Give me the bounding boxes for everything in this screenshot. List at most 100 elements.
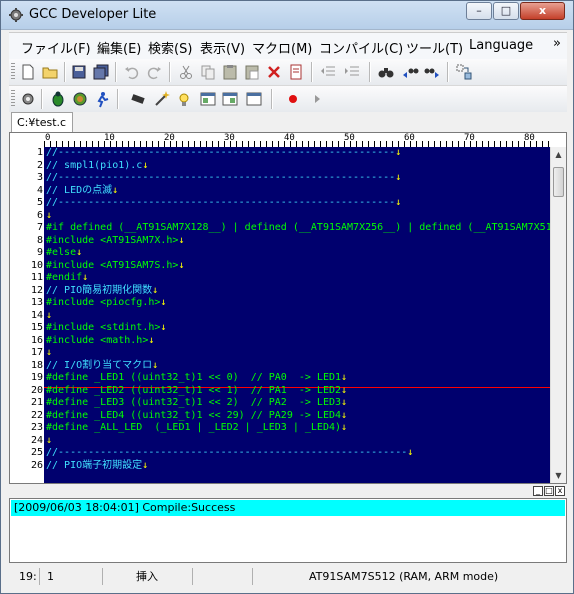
title-bar[interactable]: GCC Developer Lite – □ x bbox=[1, 1, 573, 30]
redo-icon[interactable] bbox=[145, 63, 163, 81]
find-prev-icon[interactable] bbox=[401, 63, 419, 81]
code-line[interactable]: #include <stdint.h>↓ bbox=[46, 322, 166, 334]
window-a-icon[interactable] bbox=[199, 90, 217, 108]
save-icon[interactable] bbox=[70, 63, 88, 81]
line-number: 23 bbox=[30, 422, 43, 433]
clipboard-icon[interactable] bbox=[287, 63, 305, 81]
window-c-icon[interactable] bbox=[245, 90, 263, 108]
toolbar-grip[interactable] bbox=[11, 63, 15, 81]
menu-search[interactable]: 検索(S) bbox=[148, 38, 192, 57]
code-line[interactable]: // I/O割り当てマクロ↓ bbox=[46, 360, 158, 372]
code-line[interactable]: ↓ bbox=[46, 310, 52, 322]
find-icon[interactable] bbox=[377, 63, 395, 81]
vertical-scrollbar[interactable]: ▲ ▼ bbox=[550, 147, 566, 483]
replace-icon[interactable] bbox=[455, 63, 473, 81]
code-line[interactable]: // smpl1(pio1).c↓ bbox=[46, 160, 148, 172]
line-end-marker: ↓ bbox=[152, 284, 159, 296]
menu-edit[interactable]: 編集(E) bbox=[97, 38, 141, 57]
menu-view[interactable]: 表示(V) bbox=[200, 38, 245, 57]
code-line[interactable]: ↓ bbox=[46, 347, 52, 359]
line-end-marker: ↓ bbox=[341, 372, 348, 383]
code-line[interactable]: #if defined (__AT91SAM7X128__) | defined… bbox=[46, 222, 552, 234]
tab-test-c[interactable]: C:¥test.c bbox=[11, 112, 73, 132]
delete-icon[interactable] bbox=[265, 63, 283, 81]
code-line-text: #define _LED1 ((uint32_t)1 << 0) // PA0 … bbox=[46, 372, 342, 383]
scroll-down-arrow-icon[interactable]: ▼ bbox=[551, 468, 566, 483]
code-line[interactable]: #else↓ bbox=[46, 247, 82, 259]
paste-special-icon[interactable] bbox=[243, 63, 261, 81]
code-line[interactable]: #include <AT91SAM7S.h>↓ bbox=[46, 260, 184, 272]
toolbar-grip[interactable] bbox=[11, 90, 15, 108]
light-icon[interactable] bbox=[175, 90, 193, 108]
code-line[interactable]: #include <AT91SAM7X.h>↓ bbox=[46, 235, 184, 247]
code-line-text: // I/O割り当てマクロ bbox=[46, 359, 153, 371]
line-number: 7 bbox=[36, 222, 43, 233]
ruler-label: 50 bbox=[344, 133, 355, 143]
code-line[interactable]: #define _ALL_LED (_LED1 | _LED2 | _LED3 … bbox=[46, 422, 347, 434]
menu-tools[interactable]: ツール(T) bbox=[406, 38, 463, 57]
copy-icon[interactable] bbox=[199, 63, 217, 81]
menu-compile[interactable]: コンパイル(C) bbox=[319, 38, 403, 57]
ruler-label: 20 bbox=[164, 133, 175, 143]
find-next-icon[interactable] bbox=[423, 63, 441, 81]
code-line[interactable]: //--------------------------------------… bbox=[46, 447, 413, 459]
menu-overflow-chevron-icon[interactable]: » bbox=[553, 36, 561, 51]
bug-icon[interactable] bbox=[49, 90, 67, 108]
code-line-text: // smpl1(pio1).c bbox=[46, 159, 143, 171]
column-ruler: 0 10 20 30 40 50 60 70 80 bbox=[44, 133, 552, 148]
save-all-icon[interactable] bbox=[92, 63, 110, 81]
paste-icon[interactable] bbox=[221, 63, 239, 81]
code-line-text: #include <piocfg.h> bbox=[46, 297, 161, 308]
code-line[interactable]: #include <piocfg.h>↓ bbox=[46, 297, 166, 309]
undo-icon[interactable] bbox=[123, 63, 141, 81]
line-end-marker: ↓ bbox=[46, 209, 53, 221]
code-line[interactable]: // LEDの点滅↓ bbox=[46, 185, 118, 197]
output-maximize-button[interactable]: □ bbox=[544, 486, 554, 496]
play-icon[interactable] bbox=[308, 90, 326, 108]
chip-icon[interactable] bbox=[129, 90, 147, 108]
indent-icon[interactable] bbox=[343, 63, 361, 81]
code-line[interactable]: //--------------------------------------… bbox=[46, 197, 401, 209]
code-line[interactable]: ↓ bbox=[46, 210, 52, 222]
code-line[interactable]: #endif↓ bbox=[46, 272, 88, 284]
wizard-icon[interactable] bbox=[153, 90, 171, 108]
line-number: 18 bbox=[30, 359, 43, 371]
code-line[interactable]: #define _LED3 ((uint32_t)1 << 2) // PA2 … bbox=[46, 397, 347, 409]
new-file-icon[interactable] bbox=[19, 63, 37, 81]
code-text-area[interactable]: //--------------------------------------… bbox=[44, 147, 552, 483]
code-editor[interactable]: 0 10 20 30 40 50 60 70 80 1 2 3 4 5 6 7 8 9 10 11 1… bbox=[9, 132, 567, 484]
output-message[interactable]: [2009/06/03 18:04:01] Compile:Success bbox=[11, 500, 565, 516]
settings-gear-icon[interactable] bbox=[19, 90, 37, 108]
output-panel[interactable]: [2009/06/03 18:04:01] Compile:Success bbox=[9, 498, 567, 563]
menu-file[interactable]: ファイル(F) bbox=[21, 38, 91, 57]
compile-icon[interactable] bbox=[71, 90, 89, 108]
outdent-icon[interactable] bbox=[319, 63, 337, 81]
line-end-marker: ↓ bbox=[148, 334, 155, 346]
app-window: GCC Developer Lite – □ x ファイル(F) 編集(E) 検… bbox=[0, 0, 574, 594]
code-line[interactable]: #define _LED4 ((uint32_t)1 << 29) // PA2… bbox=[46, 410, 347, 422]
minimize-button[interactable]: – bbox=[466, 2, 492, 20]
code-line[interactable]: ↓ bbox=[46, 435, 52, 447]
code-line[interactable]: #include <math.h>↓ bbox=[46, 335, 154, 347]
line-number: 9 bbox=[36, 247, 43, 258]
code-line[interactable]: //--------------------------------------… bbox=[46, 147, 401, 159]
code-line[interactable]: // PIO簡易初期化関数↓ bbox=[46, 285, 158, 297]
menu-macro[interactable]: マクロ(M) bbox=[252, 38, 312, 57]
code-line[interactable]: #define _LED2 ((uint32_t)1 << 1) // PA1 … bbox=[46, 385, 347, 397]
code-line-text: //--------------------------------------… bbox=[46, 197, 396, 208]
output-minimize-button[interactable]: _ bbox=[533, 486, 543, 496]
scroll-thumb[interactable] bbox=[553, 167, 564, 197]
window-b-icon[interactable] bbox=[221, 90, 239, 108]
run-icon[interactable] bbox=[93, 90, 111, 108]
maximize-button[interactable]: □ bbox=[493, 2, 519, 20]
output-close-button[interactable]: x bbox=[555, 486, 565, 496]
code-line[interactable]: #define _LED1 ((uint32_t)1 << 0) // PA0 … bbox=[46, 372, 347, 384]
scroll-up-arrow-icon[interactable]: ▲ bbox=[551, 147, 566, 162]
close-button[interactable]: x bbox=[520, 2, 565, 20]
menu-language[interactable]: Language bbox=[469, 38, 533, 53]
cut-icon[interactable] bbox=[177, 63, 195, 81]
open-folder-icon[interactable] bbox=[41, 63, 59, 81]
code-line[interactable]: // PIO端子初期設定↓ bbox=[46, 460, 148, 472]
breakpoint-icon[interactable] bbox=[284, 90, 302, 108]
code-line[interactable]: //--------------------------------------… bbox=[46, 172, 401, 184]
